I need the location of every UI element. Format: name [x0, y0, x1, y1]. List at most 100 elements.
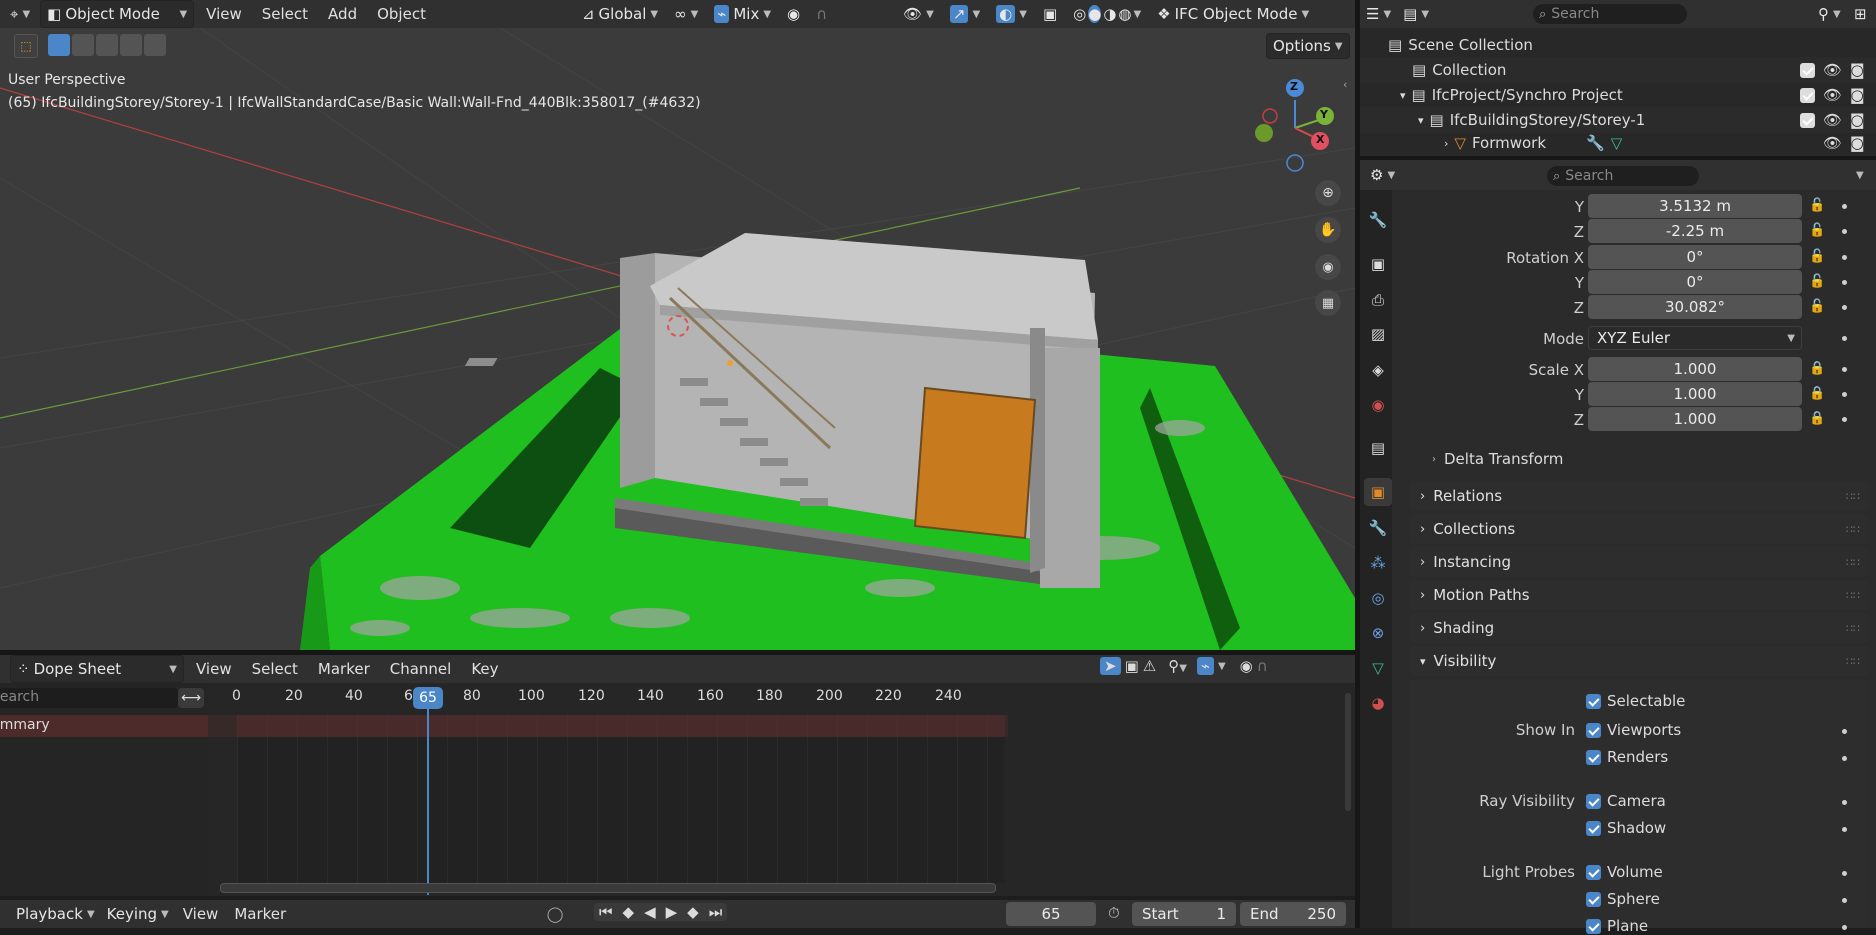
drag-handle-icon[interactable]: ∷∷ [1846, 523, 1860, 536]
snap-icon[interactable]: ⌁ [1196, 657, 1214, 675]
plane-checkbox[interactable]: Plane [1586, 917, 1648, 935]
camera-checkbox[interactable]: Camera [1586, 792, 1666, 810]
keyframe-dot-icon[interactable] [1842, 871, 1847, 876]
shading-modes[interactable]: ◎ ● ◑ ◍ ▼ [1067, 1, 1147, 27]
keyframe-dot-icon[interactable] [1842, 229, 1847, 234]
outliner-search-input[interactable]: ⌕ Search [1533, 4, 1687, 24]
scene-tab-icon[interactable]: ◈ [1364, 356, 1392, 384]
menu-marker[interactable]: Marker [226, 905, 294, 923]
proportional-edit-icon[interactable]: ◉ [1240, 657, 1253, 675]
vertical-divider[interactable] [1355, 0, 1360, 928]
properties-editor-icon[interactable]: ⚙ ▼ [1364, 162, 1401, 188]
rendered-shading-icon[interactable]: ◍ [1118, 5, 1131, 23]
panel-instancing[interactable]: › Instancing ∷∷ [1410, 547, 1868, 577]
scale-z-field[interactable]: 1.000 [1588, 407, 1802, 431]
collection-tab-icon[interactable]: ▤ [1364, 434, 1392, 462]
lock-icon[interactable]: 🔓 [1809, 249, 1825, 264]
material-shading-icon[interactable]: ◑ [1103, 5, 1116, 23]
material-tab-icon[interactable]: ◕ [1364, 689, 1392, 717]
viewport[interactable]: User Perspective (65) IfcBuildingStorey/… [0, 28, 1355, 650]
keyframe-dot-icon[interactable] [1842, 756, 1847, 761]
transform-orientation-dropdown[interactable]: ⊿ Global ▼ [576, 1, 664, 27]
location-y-field[interactable]: 3.5132 m [1588, 194, 1802, 218]
current-frame-field[interactable]: 65 [1006, 902, 1096, 926]
world-tab-icon[interactable]: ◉ [1364, 391, 1392, 419]
menu-channel[interactable]: Channel [382, 660, 460, 678]
select-extend-icon[interactable] [72, 34, 94, 56]
lock-icon[interactable]: 🔓 [1809, 223, 1825, 238]
camera-icon[interactable]: ◙ [1850, 61, 1865, 79]
keyframe-dot-icon[interactable] [1842, 305, 1847, 310]
grid-perspective-icon[interactable]: ▦ [1315, 290, 1341, 316]
swap-arrows-icon[interactable]: ⟷ [178, 688, 204, 708]
summary-channel[interactable]: Summary [0, 715, 208, 737]
menu-select[interactable]: Select [254, 5, 316, 23]
keyframe-dot-icon[interactable] [1842, 898, 1847, 903]
keyframe-dot-icon[interactable] [1842, 336, 1847, 341]
output-tab-icon[interactable]: ⎙ [1364, 286, 1392, 314]
keyframe-dot-icon[interactable] [1842, 729, 1847, 734]
lock-icon[interactable]: 🔓 [1809, 198, 1825, 213]
expand-chevron-icon[interactable]: ▾ [1400, 89, 1406, 102]
menu-view[interactable]: View [175, 905, 227, 923]
next-keyframe-icon[interactable]: ◆ [682, 903, 704, 921]
overlay-toggle-icon[interactable]: ◐ ▼ [990, 1, 1033, 27]
outliner-row-formwork[interactable]: › ▽ Formwork 🔧 ▽ 👁 ◙ [1360, 132, 1876, 154]
properties-options-icon[interactable]: ▼ [1850, 162, 1870, 188]
render-tab-icon[interactable]: ▣ [1364, 250, 1392, 278]
show-hidden-icon[interactable]: ▣ [1125, 657, 1139, 675]
lock-icon[interactable]: 🔓 [1809, 299, 1825, 314]
menu-keying[interactable]: Keying ▼ [101, 901, 175, 927]
exclude-checkbox[interactable] [1800, 112, 1815, 128]
menu-marker[interactable]: Marker [310, 660, 378, 678]
object-mode-dropdown[interactable]: ◧ Object Mode ▼ [40, 0, 195, 28]
editor-type-icon[interactable]: ⌖ ▼ [4, 1, 36, 27]
pan-hand-icon[interactable]: ✋ [1315, 217, 1341, 243]
keyframe-dot-icon[interactable] [1842, 800, 1847, 805]
camera-icon[interactable]: ◙ [1850, 111, 1865, 129]
camera-view-icon[interactable]: ◉ [1315, 254, 1341, 280]
drag-handle-icon[interactable]: ∷∷ [1846, 490, 1860, 503]
outliner-row-collection[interactable]: ▤ Collection 👁 ◙ [1360, 57, 1876, 83]
xray-toggle-icon[interactable]: ▣ [1037, 1, 1063, 27]
keyframe-dot-icon[interactable] [1842, 417, 1847, 422]
panel-relations[interactable]: › Relations ∷∷ [1410, 481, 1868, 511]
stopwatch-icon[interactable]: ⏱ [1108, 904, 1120, 922]
drag-handle-icon[interactable]: ∷∷ [1846, 556, 1860, 569]
panel-shading[interactable]: › Shading ∷∷ [1410, 613, 1868, 643]
exclude-checkbox[interactable] [1800, 87, 1815, 103]
expand-chevron-icon[interactable]: › [1444, 137, 1448, 150]
keyframe-dot-icon[interactable] [1842, 255, 1847, 260]
shadow-checkbox[interactable]: Shadow [1586, 819, 1666, 837]
end-frame-field[interactable]: End 250 [1240, 902, 1346, 926]
particles-tab-icon[interactable]: ⁂ [1364, 549, 1392, 577]
menu-object[interactable]: Object [369, 5, 434, 23]
scale-x-field[interactable]: 1.000 [1588, 357, 1802, 381]
playhead-frame-label[interactable]: 65 [413, 687, 443, 709]
ifc-mode-dropdown[interactable]: ❖ IFC Object Mode ▼ [1151, 1, 1315, 27]
jump-start-icon[interactable]: ⏮ [594, 903, 618, 921]
play-icon[interactable]: ▶ [661, 903, 683, 921]
menu-key[interactable]: Key [463, 660, 506, 678]
frame-ruler[interactable]: 0 20 40 6 80 100 120 140 160 180 200 220… [210, 688, 1010, 708]
horizontal-divider[interactable] [1360, 156, 1876, 160]
drag-handle-icon[interactable]: ∷∷ [1846, 622, 1860, 635]
drag-handle-icon[interactable]: ∷∷ [1846, 655, 1860, 668]
pivot-icon[interactable]: ∞ ▼ [668, 1, 704, 27]
view-layer-tab-icon[interactable]: ▨ [1364, 320, 1392, 348]
delta-transform-subpanel[interactable]: › Delta Transform [1432, 450, 1563, 468]
gizmo-toggle-icon[interactable]: ↗ ▼ [944, 1, 986, 27]
camera-icon[interactable]: ◙ [1850, 134, 1865, 152]
errors-only-icon[interactable]: ⚠ [1143, 657, 1156, 675]
options-dropdown[interactable]: Options ▼ [1266, 33, 1350, 59]
zoom-icon[interactable]: ⊕ [1315, 180, 1341, 206]
rotation-x-field[interactable]: 0° [1588, 245, 1802, 269]
rotation-z-field[interactable]: 30.082° [1588, 295, 1802, 319]
lock-icon[interactable]: 🔒 [1809, 411, 1825, 426]
dopesheet-mode-dropdown[interactable]: ⁘ Dope Sheet ▼ [10, 655, 184, 683]
sidebar-toggle-icon[interactable]: ‹ [1343, 78, 1355, 98]
select-subtract-icon[interactable] [96, 34, 118, 56]
data-tab-icon[interactable]: ▽ [1364, 654, 1392, 682]
display-mode-icon[interactable]: ▤ ▼ [1397, 1, 1435, 27]
menu-playback[interactable]: Playback ▼ [10, 901, 101, 927]
